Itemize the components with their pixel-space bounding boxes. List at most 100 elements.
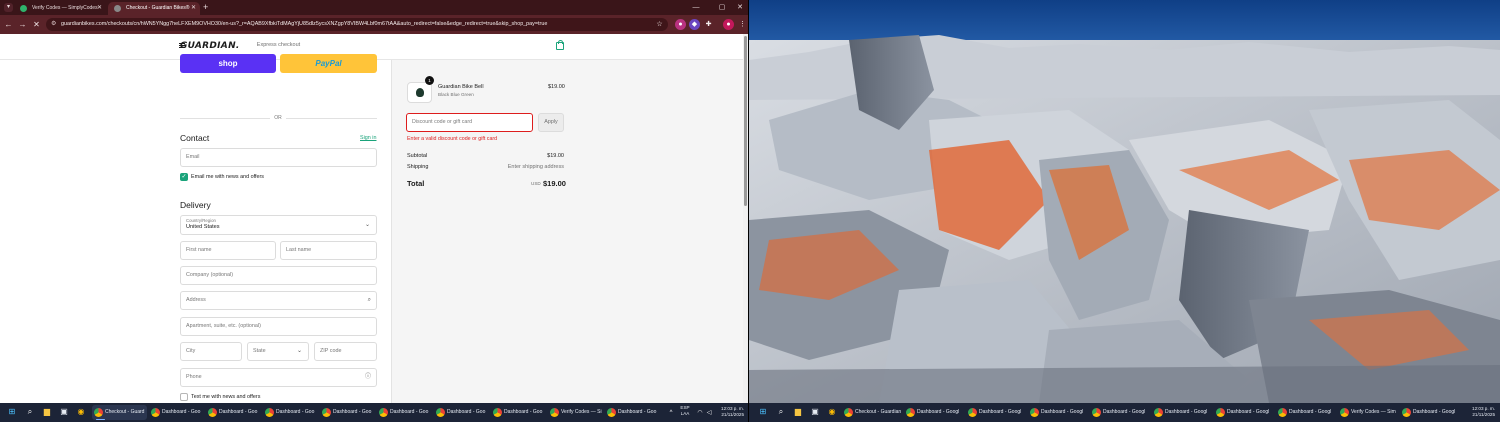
address-bar[interactable]: ⚙ guardianbikes.com/checkouts/cn/hWN5YNg… bbox=[46, 18, 668, 31]
taskbar-item-dashboard[interactable]: Dashboard - Googl bbox=[904, 405, 964, 420]
close-tab-icon[interactable]: ✕ bbox=[97, 2, 102, 15]
taskbar-item-checkout[interactable]: Checkout - Guard bbox=[92, 405, 147, 420]
contact-heading: Contact bbox=[180, 133, 210, 143]
discount-code-input[interactable]: Discount code or gift card bbox=[406, 113, 533, 132]
taskbar-item-dashboard[interactable]: Dashboard - Goo bbox=[605, 405, 660, 420]
total-currency: USD bbox=[531, 181, 541, 186]
taskbar-left: ⊞ ⌕ ▆ ▣ ◉ Checkout - Guard Dashboard - G… bbox=[0, 403, 748, 422]
shop-pay-button[interactable]: shop bbox=[180, 54, 276, 73]
taskbar-item-dashboard[interactable]: Dashboard - Goo bbox=[491, 405, 546, 420]
phone-field[interactable]: Phone ⓘ bbox=[180, 368, 377, 387]
email-field[interactable]: Email bbox=[180, 148, 377, 167]
paypal-button[interactable]: PayPal bbox=[280, 54, 377, 73]
zip-field[interactable]: ZIP code bbox=[314, 342, 377, 361]
tab-verify-codes[interactable]: Verify Codes — SimplyCodes ✕ bbox=[14, 2, 106, 15]
taskbar-item-dashboard[interactable]: Dashboard - Goo bbox=[263, 405, 318, 420]
extensions-puzzle-icon[interactable]: ✚ bbox=[703, 19, 714, 30]
subtotal-value: $19.00 bbox=[547, 153, 564, 159]
guardian-favicon-icon bbox=[114, 5, 121, 12]
tab-checkout[interactable]: Checkout - Guardian Bikes® ✕ bbox=[108, 2, 200, 15]
chrome-icon[interactable]: ◉ bbox=[75, 406, 87, 418]
tab-title: Checkout - Guardian Bikes® bbox=[126, 5, 190, 11]
browser-menu-icon[interactable]: ⋮ bbox=[737, 19, 748, 30]
search-icon[interactable]: ⌕ bbox=[24, 406, 36, 418]
apply-discount-button[interactable]: Apply bbox=[538, 113, 564, 132]
taskbar-item-dashboard[interactable]: Dashboard - Googl bbox=[1214, 405, 1274, 420]
taskbar-item-label: Dashboard - Googl bbox=[1227, 409, 1270, 415]
chrome-icon bbox=[550, 408, 559, 417]
first-name-field[interactable]: First name bbox=[180, 241, 276, 260]
scrollbar-thumb[interactable] bbox=[744, 36, 747, 206]
taskbar-item-verify-codes[interactable]: Verify Codes — Sim bbox=[1338, 405, 1398, 420]
tab-search-button[interactable]: ▾ bbox=[4, 3, 13, 12]
taskbar-item-verify-codes[interactable]: Verify Codes — Si bbox=[548, 405, 603, 420]
taskbar-item-dashboard[interactable]: Dashboard - Googl bbox=[1090, 405, 1150, 420]
start-windows-icon[interactable]: ⊞ bbox=[6, 406, 18, 418]
taskbar-item-dashboard[interactable]: Dashboard - Goo bbox=[320, 405, 375, 420]
phone-placeholder: Phone bbox=[186, 374, 202, 380]
chrome-icon bbox=[906, 408, 915, 417]
store-icon[interactable]: ▣ bbox=[58, 406, 70, 418]
close-window-icon[interactable]: ✕ bbox=[732, 0, 748, 15]
taskbar-item-dashboard[interactable]: Dashboard - Googl bbox=[1400, 405, 1460, 420]
start-windows-icon[interactable]: ⊞ bbox=[757, 406, 769, 418]
taskbar-item-dashboard[interactable]: Dashboard - Googl bbox=[1276, 405, 1336, 420]
extension-icon[interactable]: ● bbox=[675, 19, 686, 30]
store-icon[interactable]: ▣ bbox=[809, 406, 821, 418]
taskbar-item-label: Dashboard - Goo bbox=[447, 409, 486, 415]
apartment-field[interactable]: Apartment, suite, etc. (optional) bbox=[180, 317, 377, 336]
city-field[interactable]: City bbox=[180, 342, 242, 361]
address-field[interactable]: Address ⌕ bbox=[180, 291, 377, 310]
tray-overflow-icon[interactable]: ^ bbox=[665, 407, 677, 419]
company-field[interactable]: Company (optional) bbox=[180, 266, 377, 285]
minimize-icon[interactable]: — bbox=[688, 0, 704, 15]
taskbar-item-checkout[interactable]: Checkout - Guardian bbox=[842, 405, 902, 420]
file-explorer-icon[interactable]: ▆ bbox=[41, 406, 53, 418]
help-circle-icon[interactable]: ⓘ bbox=[365, 369, 371, 386]
extension-icon[interactable]: ◆ bbox=[689, 19, 700, 30]
site-info-icon[interactable]: ⚙ bbox=[51, 18, 56, 31]
last-name-field[interactable]: Last name bbox=[280, 241, 377, 260]
taskbar-item-dashboard[interactable]: Dashboard - Goo bbox=[377, 405, 432, 420]
system-clock[interactable]: 12:03 p. m. 21/11/2025 bbox=[1462, 406, 1495, 418]
text-offers-checkbox[interactable] bbox=[180, 393, 188, 401]
taskbar-item-label: Verify Codes — Si bbox=[561, 409, 602, 415]
taskbar-item-dashboard[interactable]: Dashboard - Goo bbox=[206, 405, 261, 420]
chevron-down-icon: ⌄ bbox=[364, 222, 370, 228]
taskbar-item-dashboard[interactable]: Dashboard - Googl bbox=[1152, 405, 1212, 420]
file-explorer-icon[interactable]: ▆ bbox=[792, 406, 804, 418]
cart-bag-icon[interactable] bbox=[556, 40, 564, 50]
chevron-down-icon: ⌄ bbox=[296, 348, 302, 354]
chrome-icon bbox=[607, 408, 616, 417]
stop-loading-icon[interactable]: ✕ bbox=[31, 19, 42, 30]
chrome-icon bbox=[1030, 408, 1039, 417]
maximize-icon[interactable]: ▢ bbox=[714, 0, 730, 15]
new-tab-button[interactable]: + bbox=[203, 2, 208, 13]
discount-error-text: Enter a valid discount code or gift card bbox=[407, 136, 498, 142]
taskbar-item-label: Checkout - Guard bbox=[105, 409, 145, 415]
taskbar-item-label: Dashboard - Googl bbox=[1413, 409, 1456, 415]
browser-window: ▾ Verify Codes — SimplyCodes ✕ Checkout … bbox=[0, 0, 748, 403]
close-tab-icon[interactable]: ✕ bbox=[191, 2, 196, 15]
bookmark-star-icon[interactable]: ☆ bbox=[654, 19, 665, 30]
total-label: Total bbox=[407, 179, 425, 188]
taskbar-item-dashboard[interactable]: Dashboard - Googl bbox=[1028, 405, 1088, 420]
taskbar-item-dashboard[interactable]: Dashboard - Goo bbox=[149, 405, 204, 420]
sign-in-link[interactable]: Sign in bbox=[360, 135, 376, 141]
chrome-icon bbox=[1278, 408, 1287, 417]
language-indicator[interactable]: ESP LAA bbox=[679, 405, 691, 417]
chrome-icon[interactable]: ◉ bbox=[826, 406, 838, 418]
forward-icon[interactable]: → bbox=[17, 19, 28, 30]
news-checkbox[interactable]: ✓ bbox=[180, 173, 188, 181]
country-select[interactable]: Country/Region United States ⌄ bbox=[180, 215, 377, 235]
back-icon[interactable]: ← bbox=[3, 19, 14, 30]
taskbar-item-label: Dashboard - Googl bbox=[1103, 409, 1146, 415]
system-clock[interactable]: 12:03 p. m. 21/11/2025 bbox=[712, 406, 744, 418]
chrome-icon bbox=[436, 408, 445, 417]
profile-avatar-icon[interactable]: ● bbox=[723, 19, 734, 30]
chrome-icon bbox=[844, 408, 853, 417]
search-icon[interactable]: ⌕ bbox=[775, 406, 787, 418]
taskbar-item-dashboard[interactable]: Dashboard - Googl bbox=[966, 405, 1026, 420]
taskbar-item-dashboard[interactable]: Dashboard - Goo bbox=[434, 405, 489, 420]
state-select[interactable]: State ⌄ bbox=[247, 342, 309, 361]
